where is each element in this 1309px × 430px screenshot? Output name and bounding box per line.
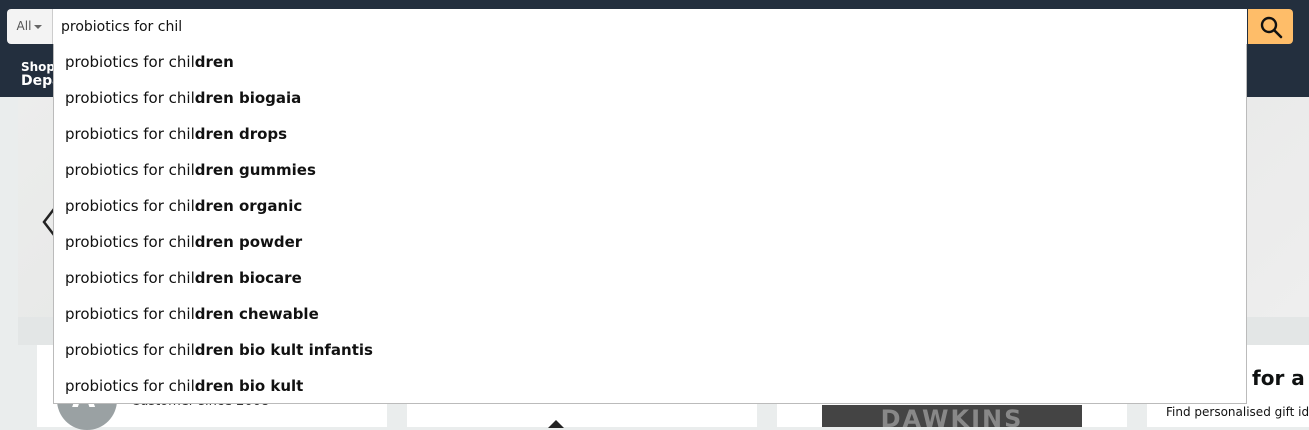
suggestion-item[interactable]: probiotics for children bio kult infanti… xyxy=(54,332,1246,368)
suggestion-item[interactable]: probiotics for children xyxy=(54,44,1246,80)
gift-card-subtext: Find personalised gift id xyxy=(1166,405,1309,419)
search-scope-dropdown[interactable]: All xyxy=(7,9,53,44)
suggestion-item[interactable]: probiotics for children biocare xyxy=(54,260,1246,296)
shop-by-label[interactable]: Shop xyxy=(21,60,55,74)
suggestion-item[interactable]: probiotics for children biogaia xyxy=(54,80,1246,116)
suggestion-item[interactable]: probiotics for children chewable xyxy=(54,296,1246,332)
gift-card-heading: for a g xyxy=(1252,366,1309,390)
search-bar: All xyxy=(7,9,1293,44)
chevron-down-icon xyxy=(34,24,43,29)
suggestion-item[interactable]: probiotics for children organic xyxy=(54,188,1246,224)
search-suggestions-dropdown: probiotics for children probiotics for c… xyxy=(53,44,1247,404)
suggestion-item[interactable]: probiotics for children drops xyxy=(54,116,1246,152)
suggestion-item[interactable]: probiotics for children gummies xyxy=(54,152,1246,188)
suggestion-item[interactable]: probiotics for children bio kult xyxy=(54,368,1246,404)
search-input[interactable] xyxy=(53,9,1247,44)
suggestion-item[interactable]: probiotics for children powder xyxy=(54,224,1246,260)
book-cover-image[interactable]: DAWKINS xyxy=(822,405,1082,427)
search-icon xyxy=(1260,16,1283,39)
search-scope-label: All xyxy=(16,19,32,33)
search-button[interactable] xyxy=(1248,9,1293,44)
